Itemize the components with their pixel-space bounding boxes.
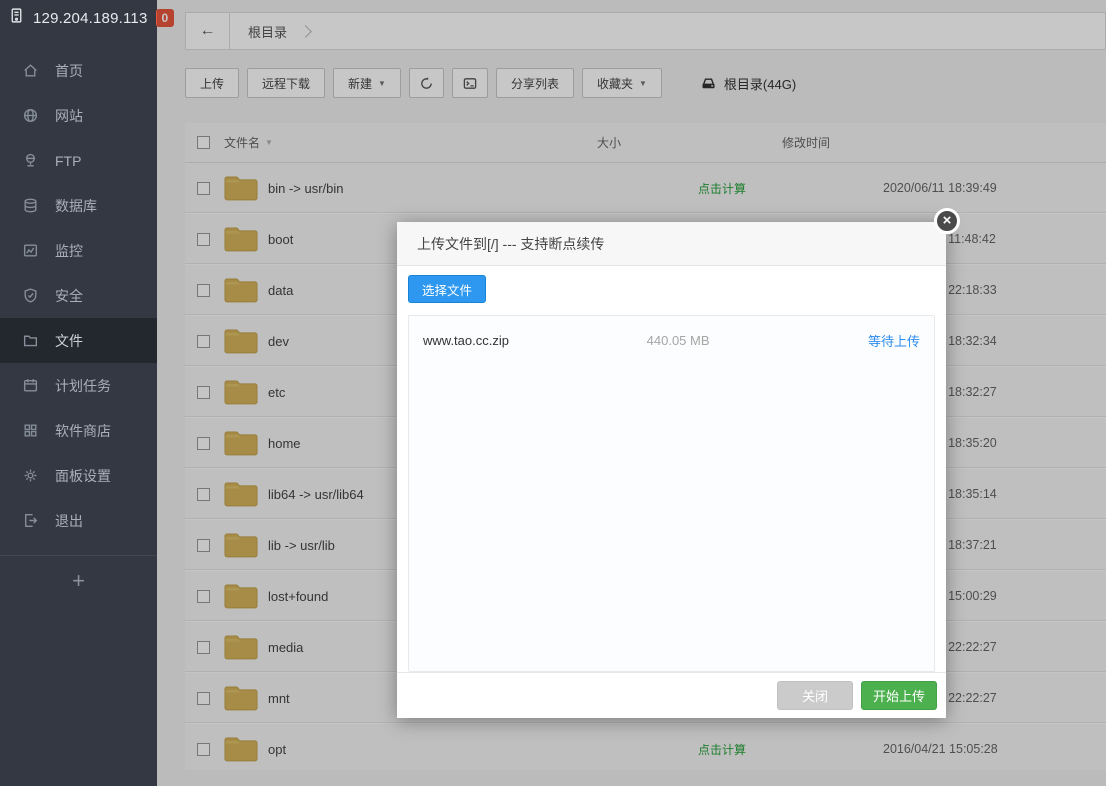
sidebar-item-security[interactable]: 安全 [0, 273, 157, 318]
sidebar-item-appstore[interactable]: 软件商店 [0, 408, 157, 453]
add-menu-button[interactable]: + [0, 556, 157, 594]
sidebar-item-label: 监控 [55, 241, 83, 261]
upload-file-list: www.tao.cc.zip 440.05 MB 等待上传 [408, 315, 935, 672]
upload-file-row: www.tao.cc.zip 440.05 MB 等待上传 [409, 316, 934, 364]
modal-body: 选择文件 www.tao.cc.zip 440.05 MB 等待上传 [397, 266, 946, 672]
sidebar-item-website[interactable]: 网站 [0, 93, 157, 138]
monitor-icon [22, 242, 39, 259]
modal-footer: 关闭 开始上传 [397, 672, 946, 718]
upload-modal: × 上传文件到[/] --- 支持断点续传 选择文件 www.tao.cc.zi… [397, 222, 946, 718]
globe-icon [22, 107, 39, 124]
modal-title: 上传文件到[/] --- 支持断点续传 [397, 222, 946, 266]
sidebar-item-settings[interactable]: 面板设置 [0, 453, 157, 498]
home-icon [22, 62, 39, 79]
upload-file-name: www.tao.cc.zip [423, 333, 647, 348]
logout-icon [22, 512, 39, 529]
ftp-icon [22, 152, 39, 169]
gear-icon [22, 467, 39, 484]
sidebar-item-logout[interactable]: 退出 [0, 498, 157, 543]
sidebar-item-label: 软件商店 [55, 421, 111, 441]
sidebar-item-files[interactable]: 文件 [0, 318, 157, 363]
sidebar-item-label: 首页 [55, 61, 83, 81]
upload-file-status[interactable]: 等待上传 [781, 331, 920, 350]
sidebar: 129.204.189.113 0 首页 网站 FTP 数据库 监控 安全 [0, 0, 157, 786]
start-upload-button[interactable]: 开始上传 [861, 681, 937, 710]
database-icon [22, 197, 39, 214]
sidebar-item-label: 面板设置 [55, 466, 111, 486]
upload-file-size: 440.05 MB [647, 333, 781, 348]
sidebar-item-label: 退出 [55, 511, 83, 531]
sidebar-item-label: 数据库 [55, 196, 97, 216]
sidebar-item-home[interactable]: 首页 [0, 48, 157, 93]
sidebar-item-monitor[interactable]: 监控 [0, 228, 157, 273]
server-header[interactable]: 129.204.189.113 0 [0, 0, 157, 30]
sidebar-item-ftp[interactable]: FTP [0, 138, 157, 183]
sidebar-item-cron[interactable]: 计划任务 [0, 363, 157, 408]
shield-icon [22, 287, 39, 304]
select-files-button[interactable]: 选择文件 [408, 275, 486, 303]
close-button[interactable]: 关闭 [777, 681, 853, 710]
sidebar-item-label: 安全 [55, 286, 83, 306]
folder-icon [22, 332, 39, 349]
sidebar-menu: 首页 网站 FTP 数据库 监控 安全 文件 计划任务 [0, 48, 157, 543]
appstore-grid-icon [22, 422, 39, 439]
calendar-icon [22, 377, 39, 394]
sidebar-item-database[interactable]: 数据库 [0, 183, 157, 228]
server-ip: 129.204.189.113 [33, 10, 148, 27]
sidebar-item-label: 计划任务 [55, 376, 111, 396]
close-icon[interactable]: × [934, 208, 960, 234]
sidebar-item-label: FTP [55, 153, 81, 169]
sidebar-item-label: 文件 [55, 331, 83, 351]
sidebar-item-label: 网站 [55, 106, 83, 126]
server-icon [8, 7, 25, 29]
